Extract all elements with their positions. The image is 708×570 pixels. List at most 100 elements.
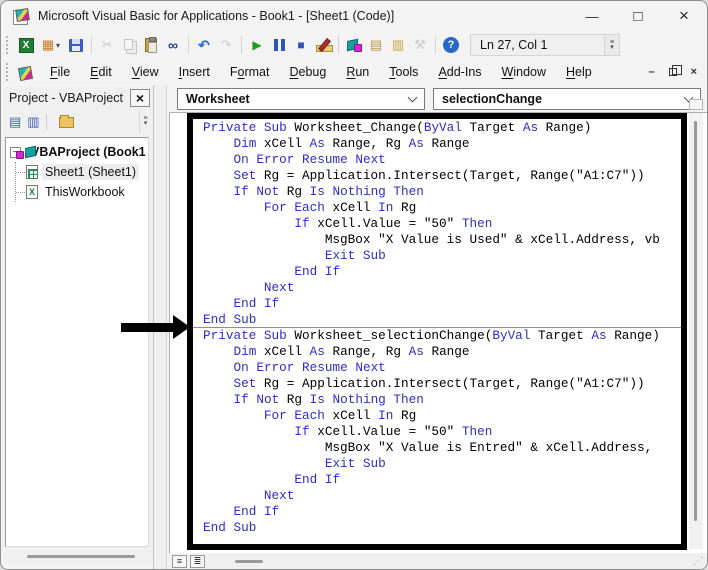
code-line[interactable]: End If [193,504,681,520]
code-line[interactable]: Set Rg = Application.Intersect(Target, R… [193,168,681,184]
menu-help[interactable]: Help [556,62,602,82]
code-line[interactable]: Private Sub Worksheet_selectionChange(By… [193,328,681,344]
tree-row[interactable]: − VBAProject (Book1 [10,142,148,162]
chevron-down-icon [407,92,418,102]
undo-icon[interactable]: ↶ [194,35,214,55]
panel-toolbar-overflow-icon[interactable]: ≡ ▾ [139,109,151,133]
code-line[interactable]: Private Sub Worksheet_Change(ByVal Targe… [193,120,681,136]
close-button[interactable]: × [661,1,707,31]
menu-view[interactable]: View [122,62,169,82]
menu-insert[interactable]: Insert [169,62,220,82]
save-button[interactable] [66,35,86,55]
position-indicator: Ln 27, Col 1 ≡ ▾ [470,34,620,56]
redo-icon[interactable]: ↷ [216,35,236,55]
help-button[interactable]: ? [441,35,461,55]
code-line[interactable]: MsgBox "X Value is Entred" & xCell.Addre… [193,440,681,456]
project-panel-hscroll-thumb[interactable] [27,555,135,558]
menu-tools[interactable]: Tools [379,62,428,82]
tree-children: Sheet1 (Sheet1) X ThisWorkbook [15,162,148,202]
code-line[interactable]: On Error Resume Next [193,152,681,168]
annotation-arrow-shaft [121,323,174,332]
tree-item-vbaproject[interactable]: VBAProject (Book1 [28,144,148,160]
menu-file[interactable]: File [40,62,80,82]
editor-vscrollbar[interactable] [689,113,703,549]
code-editor[interactable]: Private Sub Worksheet_Change(ByVal Targe… [193,119,681,536]
toolbar-options-icon[interactable]: ≡ ▾ [604,35,619,55]
code-line[interactable]: Next [193,488,681,504]
break-icon[interactable] [269,35,289,55]
code-line[interactable]: If Not Rg Is Nothing Then [193,184,681,200]
code-line[interactable]: End If [193,296,681,312]
object-dropdown[interactable]: Worksheet [177,88,425,110]
menu-window[interactable]: Window [492,62,556,82]
editor-split-handle[interactable] [689,99,703,110]
menu-add-ins[interactable]: Add-Ins [428,62,491,82]
menu-debug[interactable]: Debug [279,62,336,82]
menu-edit[interactable]: Edit [80,62,122,82]
code-line[interactable]: For Each xCell In Rg [193,408,681,424]
code-line[interactable]: MsgBox "X Value is Used" & xCell.Address… [193,232,681,248]
view-object-small-icon[interactable]: ▥ [27,114,39,130]
workbook-icon: X [26,185,38,199]
procedure-view-button[interactable]: ≡ [172,554,187,568]
code-line[interactable]: On Error Resume Next [193,360,681,376]
code-line[interactable]: For Each xCell In Rg [193,200,681,216]
code-line[interactable]: If xCell.Value = "50" Then [193,424,681,440]
tree-row[interactable]: Sheet1 (Sheet1) [16,162,148,182]
code-line[interactable]: If Not Rg Is Nothing Then [193,392,681,408]
code-line[interactable]: If xCell.Value = "50" Then [193,216,681,232]
properties-window-icon[interactable]: ▤ [366,35,386,55]
toolbar-grip[interactable] [6,36,11,54]
menubar-grip[interactable] [6,63,11,81]
chevron-down-icon: ▾ [610,44,614,51]
code-line[interactable]: Set Rg = Application.Intersect(Target, R… [193,376,681,392]
mdi-minimize-button[interactable]: – [648,66,654,78]
find-icon[interactable]: ∞ [163,35,183,55]
tree-item-thisworkbook[interactable]: ThisWorkbook [42,184,128,200]
full-module-view-button[interactable]: ≣ [190,554,205,568]
run-icon[interactable]: ▶ [247,35,267,55]
toolbox-icon[interactable]: ⚒ [410,35,430,55]
paste-clipboard-icon [145,37,157,53]
project-panel-close-button[interactable]: × [130,89,150,107]
paste-icon[interactable] [141,35,161,55]
reset-icon[interactable]: ■ [291,35,311,55]
copy-icon[interactable] [119,35,139,55]
menu-format[interactable]: Format [220,62,280,82]
view-excel-button[interactable]: X [16,35,36,55]
code-line[interactable]: Next [193,280,681,296]
object-browser-icon[interactable]: ▥ [388,35,408,55]
code-line[interactable]: End If [193,264,681,280]
tree-item-sheet1[interactable]: Sheet1 (Sheet1) [42,164,140,180]
toolbar-separator [338,36,339,54]
window-controls: — □ × [569,1,707,31]
toggle-folders-icon[interactable] [58,114,74,128]
code-line[interactable]: Dim xCell As Range, Rg As Range [193,344,681,360]
editor-hscroll-thumb[interactable] [235,559,263,563]
menu-run[interactable]: Run [336,62,379,82]
maximize-button[interactable]: □ [615,1,661,31]
code-line[interactable]: End If [193,472,681,488]
mdi-close-button[interactable]: × [691,66,697,78]
code-line[interactable]: End Sub [193,312,681,328]
vba-window: Microsoft Visual Basic for Applications … [0,0,708,570]
standard-toolbar: X ▦ ▾ ✂ ∞ ↶ ↷ ▶ ■ ▤ ▥ ⚒ ? Ln 27, Col 1 ≡… [1,31,707,59]
menu-items: File Edit View Insert Format Debug Run Tools Add… [40,62,602,82]
view-code-icon[interactable]: ▤ [9,114,21,130]
code-line[interactable]: Exit Sub [193,248,681,264]
project-explorer-icon[interactable] [344,35,364,55]
view-object-icon[interactable]: ▦ [38,35,58,55]
procedure-dropdown[interactable]: selectionChange [433,88,701,110]
code-line[interactable]: Exit Sub [193,456,681,472]
project-panel-title: Project - VBAProject [9,91,123,105]
cut-icon[interactable]: ✂ [97,35,117,55]
minimize-button[interactable]: — [569,1,615,31]
tree-row[interactable]: X ThisWorkbook [16,182,148,202]
design-mode-icon[interactable] [313,35,333,55]
project-panel-hscrollbar[interactable] [7,550,135,562]
code-line[interactable]: End Sub [193,520,681,536]
view-object-dropdown-icon[interactable]: ▾ [56,41,65,50]
editor-vscroll-thumb[interactable] [694,121,697,521]
code-line[interactable]: Dim xCell As Range, Rg As Range [193,136,681,152]
mdi-restore-button[interactable] [668,65,682,76]
